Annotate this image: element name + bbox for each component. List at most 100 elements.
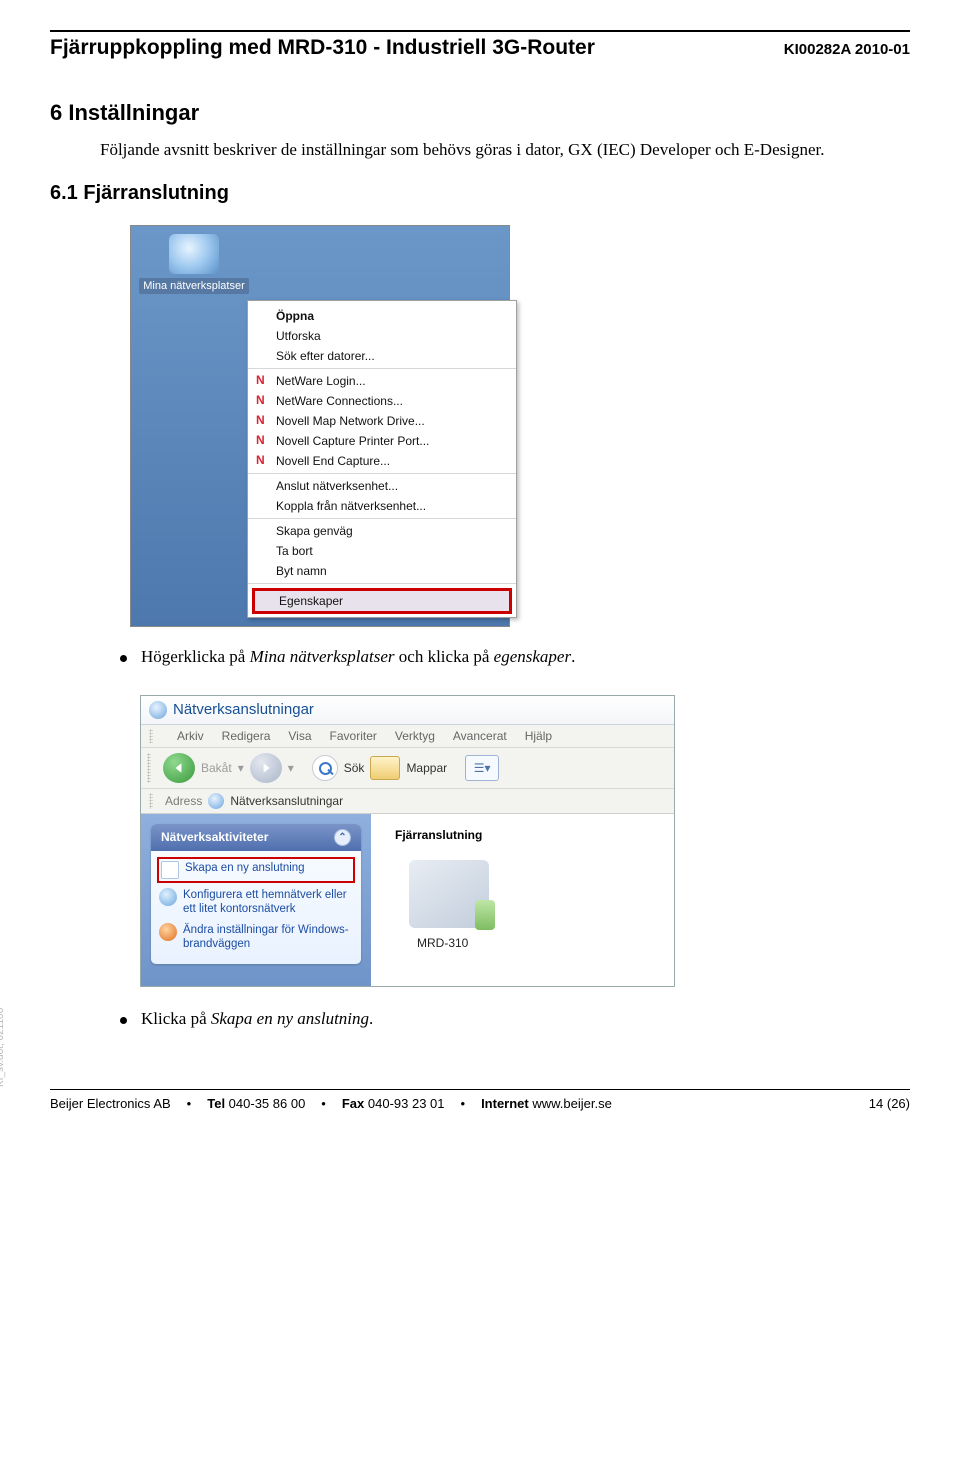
- label: Internet: [481, 1096, 529, 1111]
- subsection-heading: 6.1 Fjärranslutning: [50, 182, 910, 205]
- value: www.beijer.se: [529, 1096, 612, 1111]
- page-footer: Beijer Electronics AB • Tel 040-35 86 00…: [50, 1090, 910, 1111]
- menu-arkiv[interactable]: Arkiv: [177, 729, 204, 743]
- network-connections-icon: [208, 793, 224, 809]
- address-label: Adress: [165, 794, 202, 808]
- connection-name[interactable]: MRD-310: [417, 936, 658, 950]
- search-label[interactable]: Sök: [344, 761, 365, 775]
- menu-verktyg[interactable]: Verktyg: [395, 729, 435, 743]
- menu-redigera[interactable]: Redigera: [222, 729, 271, 743]
- tasks-box: Nätverksaktiviteter ⌃ Skapa en ny anslut…: [151, 824, 361, 965]
- context-menu: Öppna Utforska Sök efter datorer... NetW…: [247, 300, 517, 618]
- menu-item-disconnect-network[interactable]: Koppla från nätverksenhet...: [248, 496, 516, 516]
- desktop-icon-my-network-places[interactable]: Mina nätverksplatser: [139, 234, 249, 294]
- text: .: [571, 647, 575, 666]
- tasks-header-label: Nätverksaktiviteter: [161, 830, 268, 844]
- text: Klicka på: [141, 1009, 211, 1028]
- menu-visa[interactable]: Visa: [288, 729, 311, 743]
- tasks-pane: Nätverksaktiviteter ⌃ Skapa en ny anslut…: [141, 814, 371, 987]
- footer-company: Beijer Electronics AB: [50, 1096, 171, 1111]
- bullet-text: Klicka på Skapa en ny anslutning.: [141, 1009, 373, 1029]
- task-create-new-connection[interactable]: Skapa en ny anslutning: [157, 857, 355, 883]
- dropdown-caret-icon[interactable]: ▾: [238, 761, 244, 775]
- footer-fax: Fax 040-93 23 01: [342, 1096, 445, 1111]
- dropdown-caret-icon[interactable]: ▾: [288, 761, 294, 775]
- task-setup-home-network[interactable]: Konfigurera ett hemnätverk eller ett lit…: [159, 885, 353, 920]
- menubar: Arkiv Redigera Visa Favoriter Verktyg Av…: [141, 725, 674, 748]
- back-button[interactable]: [163, 753, 195, 783]
- header-title: Fjärruppkoppling med MRD-310 - Industrie…: [50, 36, 595, 60]
- arrow-left-icon: [173, 762, 185, 774]
- menu-item-delete[interactable]: Ta bort: [248, 541, 516, 561]
- window-body: Nätverksaktiviteter ⌃ Skapa en ny anslut…: [141, 814, 674, 987]
- footer-internet: Internet www.beijer.se: [481, 1096, 612, 1111]
- menu-avancerat[interactable]: Avancerat: [453, 729, 507, 743]
- home-network-icon: [159, 888, 177, 906]
- forward-button[interactable]: [250, 753, 282, 783]
- menu-item-explore[interactable]: Utforska: [248, 326, 516, 346]
- toolbar-handle-icon: [149, 729, 153, 743]
- header-doc-code: KI00282A 2010-01: [784, 41, 910, 58]
- instruction-bullet: Klicka på Skapa en ny anslutning.: [120, 1009, 910, 1029]
- address-bar: Adress Nätverksanslutningar: [141, 789, 674, 814]
- menu-favoriter[interactable]: Favoriter: [330, 729, 377, 743]
- menu-item-open[interactable]: Öppna: [248, 306, 516, 326]
- window-titlebar: Nätverksanslutningar: [141, 696, 674, 725]
- menu-item-create-shortcut[interactable]: Skapa genväg: [248, 521, 516, 541]
- section-intro-text: Följande avsnitt beskriver de inställnin…: [100, 138, 910, 162]
- footer-left: Beijer Electronics AB • Tel 040-35 86 00…: [50, 1096, 612, 1111]
- screenshot-network-connections: Nätverksanslutningar Arkiv Redigera Visa…: [140, 695, 675, 988]
- menu-item-novell-map-drive[interactable]: Novell Map Network Drive...: [248, 411, 516, 431]
- menu-item-search-computers[interactable]: Sök efter datorer...: [248, 346, 516, 366]
- text: .: [369, 1009, 373, 1028]
- text: Högerklicka på: [141, 647, 250, 666]
- search-icon[interactable]: [312, 755, 338, 781]
- collapse-icon[interactable]: ⌃: [334, 829, 351, 846]
- toolbar-handle-icon: [149, 793, 153, 809]
- toolbar-handle-icon: [147, 753, 151, 783]
- menu-item-novell-end-capture[interactable]: Novell End Capture...: [248, 451, 516, 471]
- menu-item-properties[interactable]: Egenskaper: [252, 588, 512, 614]
- views-button[interactable]: ☰▾: [465, 755, 499, 781]
- tasks-header[interactable]: Nätverksaktiviteter ⌃: [151, 824, 361, 851]
- menu-item-novell-capture-printer[interactable]: Novell Capture Printer Port...: [248, 431, 516, 451]
- menu-group: Skapa genväg Ta bort Byt namn: [248, 518, 516, 583]
- dialup-connection-icon[interactable]: [409, 860, 489, 928]
- task-firewall-settings[interactable]: Ändra inställningar för Windows-brandväg…: [159, 920, 353, 955]
- value: 040-35 86 00: [225, 1096, 305, 1111]
- address-value[interactable]: Nätverksanslutningar: [230, 794, 343, 808]
- menu-item-rename[interactable]: Byt namn: [248, 561, 516, 581]
- menu-hjalp[interactable]: Hjälp: [525, 729, 552, 743]
- arrow-right-icon: [260, 762, 272, 774]
- label: Fax: [342, 1096, 364, 1111]
- task-label: Konfigurera ett hemnätverk eller ett lit…: [183, 888, 353, 917]
- label: Tel: [207, 1096, 225, 1111]
- folders-icon[interactable]: [370, 756, 400, 780]
- separator: •: [187, 1096, 192, 1111]
- connections-group-label: Fjärranslutning: [395, 828, 658, 842]
- folders-label[interactable]: Mappar: [406, 761, 447, 775]
- back-label: Bakåt: [201, 761, 232, 775]
- task-label: Skapa en ny anslutning: [185, 861, 305, 879]
- bullet-text: Högerklicka på Mina nätverksplatser och …: [141, 647, 575, 667]
- firewall-icon: [159, 923, 177, 941]
- text-italic: Skapa en ny anslutning: [211, 1009, 369, 1028]
- header-rule-top: [50, 30, 910, 32]
- separator: •: [321, 1096, 326, 1111]
- menu-item-connect-network[interactable]: Anslut nätverksenhet...: [248, 476, 516, 496]
- connections-pane: Fjärranslutning MRD-310: [371, 814, 674, 987]
- side-template-label: KI_sv.dot, 021106: [0, 1008, 6, 1087]
- menu-item-netware-login[interactable]: NetWare Login...: [248, 371, 516, 391]
- bullet-icon: [120, 655, 127, 662]
- task-label: Ändra inställningar för Windows-brandväg…: [183, 923, 353, 952]
- menu-group: Egenskaper: [248, 583, 516, 614]
- desktop-background: Mina nätverksplatser Öppna Utforska Sök …: [131, 226, 509, 626]
- section-heading: 6 Inställningar: [50, 100, 910, 126]
- new-connection-icon: [161, 861, 179, 879]
- window-title: Nätverksanslutningar: [173, 701, 314, 718]
- menu-item-netware-connections[interactable]: NetWare Connections...: [248, 391, 516, 411]
- tasks-list: Skapa en ny anslutning Konfigurera ett h…: [151, 851, 361, 965]
- network-connections-icon: [149, 701, 167, 719]
- separator: •: [461, 1096, 466, 1111]
- footer-page: 14 (26): [869, 1096, 910, 1111]
